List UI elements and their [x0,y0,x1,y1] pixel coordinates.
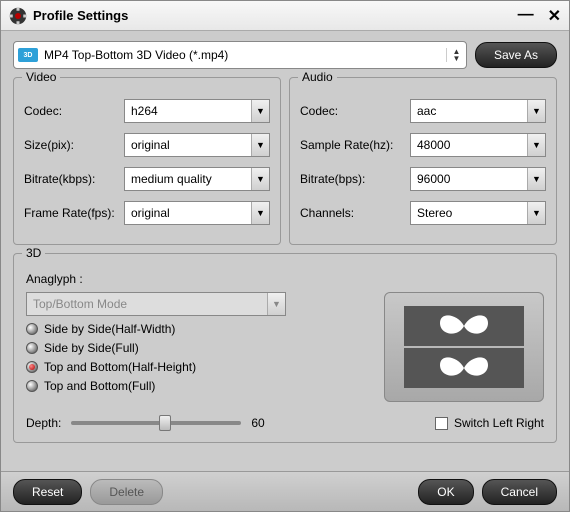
radio-icon [26,361,38,373]
cancel-button[interactable]: Cancel [482,479,557,505]
radio-icon [26,323,38,335]
video-legend: Video [22,70,60,84]
audio-channels-select[interactable]: Stereo ▼ [410,201,546,225]
radio-label: Side by Side(Full) [44,341,139,355]
audio-legend: Audio [298,70,337,84]
3d-legend: 3D [22,246,45,260]
preview-bottom [404,348,524,388]
video-bitrate-select[interactable]: medium quality ▼ [124,167,270,191]
minimize-button[interactable]: — [518,6,534,26]
content-area: 3D MP4 Top-Bottom 3D Video (*.mp4) ▲▼ Sa… [1,31,569,471]
profile-name: MP4 Top-Bottom 3D Video (*.mp4) [44,48,446,62]
3d-preview [384,292,544,402]
profile-select[interactable]: 3D MP4 Top-Bottom 3D Video (*.mp4) ▲▼ [13,41,467,69]
3d-group: 3D Anaglyph : Top/Bottom Mode ▼ Side by … [13,253,557,443]
footer: Reset Delete OK Cancel [1,471,569,511]
chevron-down-icon: ▼ [527,168,545,190]
app-icon [9,7,27,25]
chevron-down-icon: ▼ [251,134,269,156]
radio-icon [26,380,38,392]
video-bitrate-label: Bitrate(kbps): [24,172,124,186]
video-group: Video Codec: h264 ▼ Size(pix): original … [13,77,281,245]
radio-label: Side by Side(Half-Width) [44,322,175,336]
anaglyph-label: Anaglyph : [26,272,544,286]
chevron-down-icon: ▼ [251,202,269,224]
audio-bitrate-value: 96000 [411,172,527,186]
radio-sbs-full[interactable]: Side by Side(Full) [26,341,364,355]
titlebar: Profile Settings — ✕ [1,1,569,31]
chevron-down-icon: ▼ [251,168,269,190]
reset-button[interactable]: Reset [13,479,82,505]
delete-button[interactable]: Delete [90,479,163,505]
chevron-down-icon: ▼ [527,100,545,122]
chevron-down-icon: ▼ [267,293,285,315]
audio-samplerate-label: Sample Rate(hz): [300,138,410,152]
radio-icon [26,342,38,354]
chevron-down-icon: ▼ [527,202,545,224]
anaglyph-mode-value: Top/Bottom Mode [27,297,267,311]
video-framerate-value: original [125,206,251,220]
save-as-button[interactable]: Save As [475,42,557,68]
audio-bitrate-label: Bitrate(bps): [300,172,410,186]
video-size-select[interactable]: original ▼ [124,133,270,157]
video-size-label: Size(pix): [24,138,124,152]
video-size-value: original [125,138,251,152]
profile-row: 3D MP4 Top-Bottom 3D Video (*.mp4) ▲▼ Sa… [13,41,557,69]
audio-samplerate-select[interactable]: 48000 ▼ [410,133,546,157]
video-codec-label: Codec: [24,104,124,118]
audio-codec-select[interactable]: aac ▼ [410,99,546,123]
audio-codec-value: aac [411,104,527,118]
profile-3d-icon: 3D [18,48,38,62]
chevron-down-icon: ▼ [527,134,545,156]
3d-mode-radios: Side by Side(Half-Width) Side by Side(Fu… [26,322,364,393]
video-codec-select[interactable]: h264 ▼ [124,99,270,123]
window-title: Profile Settings [33,8,518,23]
video-bitrate-value: medium quality [125,172,251,186]
audio-channels-value: Stereo [411,206,527,220]
butterfly-icon [434,311,494,341]
video-framerate-label: Frame Rate(fps): [24,206,124,220]
radio-sbs-half[interactable]: Side by Side(Half-Width) [26,322,364,336]
preview-top [404,306,524,346]
ok-button[interactable]: OK [418,479,473,505]
depth-slider[interactable] [71,421,241,425]
checkbox-icon [435,417,448,430]
close-button[interactable]: ✕ [548,6,561,26]
anaglyph-mode-select[interactable]: Top/Bottom Mode ▼ [26,292,286,316]
depth-label: Depth: [26,416,61,430]
slider-thumb-icon[interactable] [159,415,171,431]
radio-label: Top and Bottom(Half-Height) [44,360,196,374]
av-groups: Video Codec: h264 ▼ Size(pix): original … [13,77,557,245]
radio-tb-half[interactable]: Top and Bottom(Half-Height) [26,360,364,374]
depth-value: 60 [251,416,281,430]
switch-label: Switch Left Right [454,416,544,430]
switch-left-right-checkbox[interactable]: Switch Left Right [435,416,544,430]
butterfly-icon [434,353,494,383]
profile-settings-window: Profile Settings — ✕ 3D MP4 Top-Bottom 3… [0,0,570,512]
audio-group: Audio Codec: aac ▼ Sample Rate(hz): 4800… [289,77,557,245]
audio-bitrate-select[interactable]: 96000 ▼ [410,167,546,191]
window-buttons: — ✕ [518,6,561,26]
video-framerate-select[interactable]: original ▼ [124,201,270,225]
audio-samplerate-value: 48000 [411,138,527,152]
audio-channels-label: Channels: [300,206,410,220]
audio-codec-label: Codec: [300,104,410,118]
profile-spinner-icon[interactable]: ▲▼ [446,48,462,62]
radio-label: Top and Bottom(Full) [44,379,155,393]
video-codec-value: h264 [125,104,251,118]
radio-tb-full[interactable]: Top and Bottom(Full) [26,379,364,393]
chevron-down-icon: ▼ [251,100,269,122]
